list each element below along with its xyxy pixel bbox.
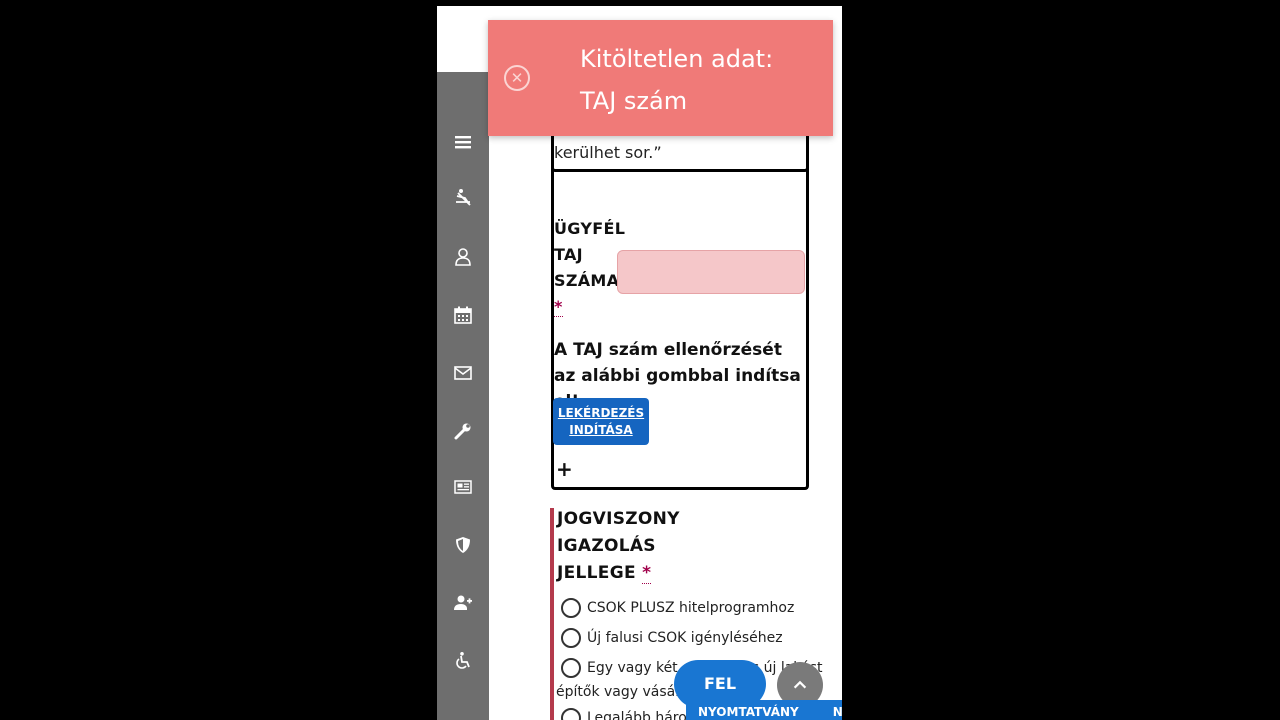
taj-label-line2: TAJ (554, 245, 583, 264)
radio-label: CSOK PLUSZ hitelprogramhoz (587, 600, 795, 616)
taj-input[interactable] (617, 250, 805, 294)
query-button-line1: LEKÉRDEZÉS (557, 405, 645, 420)
radio-option[interactable]: Új falusi CSOK igényléséhez (561, 628, 783, 648)
jogviszony-title: JOGVISZONY IGAZOLÁS JELLEGE * (557, 506, 680, 587)
toast-message: Kitöltetlen adat: TAJ szám (580, 38, 773, 122)
jogviszony-line2: IGAZOLÁS (557, 536, 656, 556)
print-form-link-2[interactable]: NYOM (833, 705, 842, 719)
lounger-icon[interactable] (450, 184, 476, 210)
query-button-line2: INDÍTÁSA (569, 422, 633, 437)
close-circle-icon[interactable]: ✕ (504, 65, 530, 91)
calendar-icon[interactable] (450, 302, 476, 328)
form-content: kerülhet sor.” ÜGYFÉL TAJ SZÁMA: * A TAJ… (489, 72, 842, 720)
expand-plus[interactable]: + (556, 457, 573, 481)
jogviszony-line3: JELLEGE (557, 563, 636, 583)
radio-button[interactable] (561, 658, 581, 678)
radio-button[interactable] (561, 598, 581, 618)
jogviszony-line1: JOGVISZONY (557, 509, 680, 529)
required-section-bar (550, 508, 554, 720)
print-bar[interactable]: NYOMTATVÁNY NYOM (686, 700, 842, 720)
required-mark: * (554, 297, 563, 317)
user-icon[interactable] (450, 244, 476, 270)
taj-label-line1: ÜGYFÉL (554, 219, 626, 238)
radio-option[interactable]: CSOK PLUSZ hitelprogramhoz (561, 598, 794, 618)
hamburger-icon[interactable] (450, 129, 476, 155)
start-query-button[interactable]: LEKÉRDEZÉS INDÍTÁSA (553, 398, 649, 445)
required-mark: * (642, 563, 652, 584)
wrench-icon[interactable] (450, 418, 476, 444)
toast-line1: Kitöltetlen adat: (580, 45, 774, 73)
error-toast[interactable]: ✕ Kitöltetlen adat: TAJ szám (488, 20, 833, 136)
mail-icon[interactable] (450, 360, 476, 386)
radio-label: Új falusi CSOK igényléséhez (587, 630, 783, 646)
print-form-link[interactable]: NYOMTATVÁNY (698, 705, 799, 719)
radio-option[interactable]: Legalább három (561, 708, 700, 720)
wheelchair-icon[interactable] (450, 648, 476, 674)
taj-label-line3: SZÁMA: (554, 271, 627, 290)
radio-label: Legalább három (587, 710, 701, 720)
taj-label: ÜGYFÉL TAJ SZÁMA: * (554, 216, 626, 320)
sidebar (437, 72, 489, 720)
radio-button[interactable] (561, 708, 581, 720)
radio-button[interactable] (561, 628, 581, 648)
user-plus-icon[interactable] (450, 590, 476, 616)
newspaper-icon[interactable] (450, 474, 476, 500)
shield-icon[interactable] (450, 532, 476, 558)
toast-line2: TAJ szám (580, 87, 688, 115)
